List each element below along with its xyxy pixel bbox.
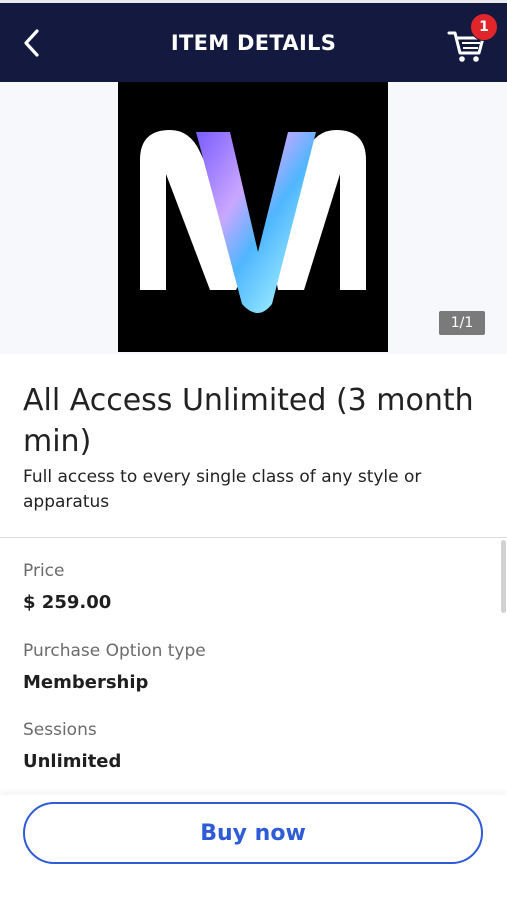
scrollbar[interactable] [501,540,506,613]
app-header: ITEM DETAILS [0,3,507,82]
item-description: Full access to every single class of any… [23,467,422,512]
cart-count-badge: 1 [470,13,498,41]
sessions-value: Unlimited [23,751,122,772]
price-value: $ 259.00 [23,592,112,613]
page-title: ITEM DETAILS [170,30,337,55]
image-counter-badge: 1/1 [439,311,485,335]
brand-logo [140,130,366,313]
buy-now-button[interactable]: Buy now [23,802,483,864]
item-title: All Access Unlimited (3 month min) [23,383,474,459]
sessions-label: Sessions [23,720,97,740]
product-image [118,82,388,352]
purchase-option-type-label: Purchase Option type [23,641,206,661]
price-label: Price [23,561,65,581]
section-divider [0,537,507,538]
purchase-option-type-value: Membership [23,672,149,693]
